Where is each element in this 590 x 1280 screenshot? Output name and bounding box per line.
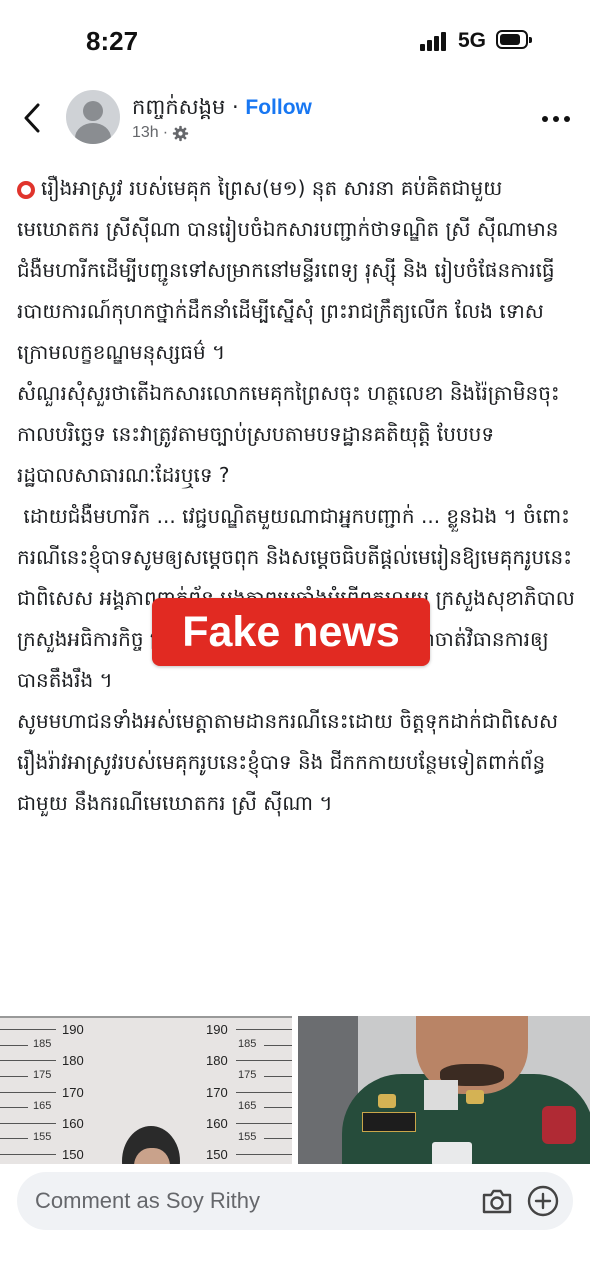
gear-icon (172, 125, 189, 141)
comment-input[interactable]: Comment as Soy Rithy (17, 1172, 573, 1230)
ruler-right-mark-155: 155 (238, 1131, 257, 1143)
comment-bar: Comment as Soy Rithy (0, 1164, 590, 1280)
add-attachment-button[interactable] (527, 1185, 559, 1217)
post-paragraph-2: សំណួរសុំសួរថាតើឯកសារលោកមេគុកព្រៃសចុះ ហត្… (17, 381, 567, 487)
post-meta: 13h · (132, 124, 189, 142)
post-paragraph-1: រឿងអាស្រូវ របស់មេគុក ព្រៃស(ម១) នុត សារនា… (17, 176, 559, 364)
fake-news-overlay: Fake news (152, 598, 430, 666)
chevron-left-icon (24, 103, 40, 133)
post-timestamp[interactable]: 13h (132, 124, 159, 142)
more-options-button[interactable] (540, 112, 572, 126)
author-name[interactable]: កញ្ចក់សង្គម (132, 95, 225, 119)
status-time: 8:27 (86, 26, 139, 56)
back-button[interactable] (18, 100, 48, 136)
camera-icon (482, 1189, 512, 1214)
ruler-left-mark-165: 165 (33, 1100, 52, 1112)
camera-button[interactable] (481, 1187, 513, 1215)
ruler-right-mark-150: 150 (206, 1147, 228, 1162)
red-circle-icon (17, 181, 35, 199)
separator: · (232, 95, 239, 119)
follow-button[interactable]: Follow (245, 96, 312, 119)
post-header: កញ្ចក់សង្គម · Follow 13h · (0, 82, 590, 154)
ruler-left-mark-175: 175 (33, 1069, 52, 1081)
ruler-left-mark-150: 150 (62, 1147, 84, 1162)
avatar[interactable] (66, 90, 120, 144)
photo-right[interactable] (298, 1016, 590, 1164)
ruler-left-mark-155: 155 (33, 1131, 52, 1143)
signal-icon (420, 31, 450, 51)
ruler-right-mark-165: 165 (238, 1100, 257, 1112)
post-body: រឿងអាស្រូវ របស់មេគុក ព្រៃស(ម១) នុត សារនា… (17, 168, 577, 824)
id-badge (432, 1142, 472, 1164)
ruler-left-mark-160: 160 (62, 1116, 84, 1131)
ruler-right-mark-185: 185 (238, 1038, 257, 1050)
ruler-left-mark-170: 170 (62, 1085, 84, 1100)
ruler-right-mark-190: 190 (206, 1022, 228, 1037)
photo-left[interactable]: 190 185 180 175 170 165 160 155 150 190 … (0, 1016, 292, 1164)
network-label: 5G (458, 29, 487, 52)
ruler-right-mark-160: 160 (206, 1116, 228, 1131)
ruler-left-mark-185: 185 (33, 1038, 52, 1050)
ruler-right-mark-180: 180 (206, 1053, 228, 1068)
battery-icon (496, 30, 532, 49)
shoulder-patch (542, 1106, 576, 1144)
status-bar: 8:27 5G (0, 0, 590, 80)
ruler-right-mark-170: 170 (206, 1085, 228, 1100)
plus-circle-icon (527, 1185, 559, 1217)
ellipsis-icon (542, 116, 548, 122)
ruler-left-mark-190: 190 (62, 1022, 84, 1037)
meta-separator: · (162, 124, 169, 141)
ruler-right-mark-175: 175 (238, 1069, 257, 1081)
post-paragraph-4: សូមមហាជនទាំងអស់មេត្តាតាមដានករណីនេះដោយ ចិ… (17, 709, 559, 815)
comment-placeholder: Comment as Soy Rithy (35, 1188, 260, 1213)
name-tag (362, 1112, 416, 1132)
ruler-left-mark-180: 180 (62, 1053, 84, 1068)
author-line: កញ្ចក់សង្គម · Follow (132, 94, 312, 125)
